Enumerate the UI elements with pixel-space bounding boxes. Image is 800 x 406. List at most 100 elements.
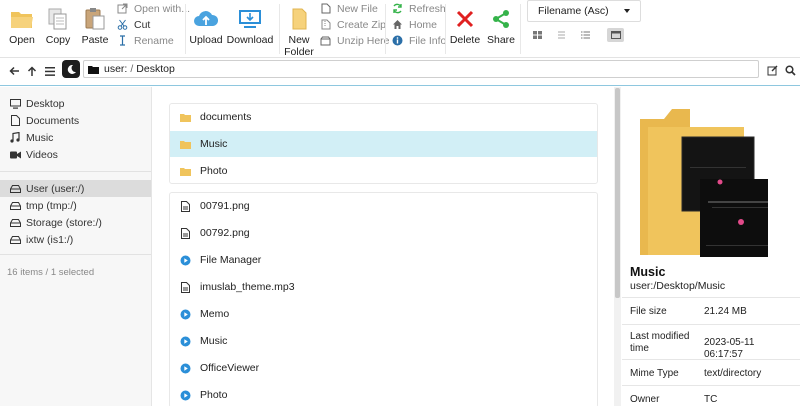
info-icon xyxy=(390,35,405,46)
list-item[interactable]: 00792.png xyxy=(170,220,597,246)
sort-dropdown[interactable]: Filename (Asc) xyxy=(527,0,641,22)
sidebar-item-drive-user[interactable]: User (user:/) xyxy=(0,180,151,197)
cut-button[interactable]: Cut xyxy=(115,16,150,33)
toolbar-divider xyxy=(185,4,186,54)
details-view-button[interactable] xyxy=(577,28,594,42)
toolbar-divider xyxy=(520,4,521,54)
list-view-icon xyxy=(558,31,565,39)
document-icon xyxy=(9,115,21,126)
copy-label: Copy xyxy=(45,34,71,46)
theme-toggle-button[interactable] xyxy=(62,60,80,78)
folder-list: documents Music Photo xyxy=(169,103,598,184)
list-item-label: 00791.png xyxy=(200,200,250,212)
clipboard-icon xyxy=(84,4,106,34)
file-list-scrollbar[interactable] xyxy=(614,87,621,406)
download-button[interactable]: Download xyxy=(227,4,273,46)
property-value: text/directory xyxy=(704,368,762,379)
new-folder-button[interactable]: New Folder xyxy=(284,4,314,58)
open-with-label: Open with... xyxy=(134,2,191,15)
sidebar-item-videos[interactable]: Videos xyxy=(0,146,151,163)
list-item[interactable]: Music xyxy=(170,131,597,157)
archive-box-icon xyxy=(318,36,333,46)
create-zip-label: Create Zip xyxy=(337,18,387,31)
copy-button[interactable]: Copy xyxy=(44,4,72,46)
list-item-label: 00792.png xyxy=(200,227,250,239)
sidebar-item-drive-ixtw[interactable]: ixtw (is1:/) xyxy=(0,231,151,248)
shortcut-play-icon xyxy=(179,255,192,266)
home-label: Home xyxy=(409,18,438,31)
sidebar-item-music[interactable]: Music xyxy=(0,129,151,146)
upload-button[interactable]: Upload xyxy=(189,4,223,46)
list-item-label: Memo xyxy=(200,308,230,320)
open-with-button[interactable]: Open with... xyxy=(115,0,190,17)
list-item[interactable]: 00791.png xyxy=(170,193,597,219)
create-zip-button[interactable]: Create Zip xyxy=(318,16,386,33)
list-item[interactable]: Photo xyxy=(170,382,597,406)
home-icon xyxy=(390,19,405,30)
menu-button[interactable] xyxy=(43,64,57,78)
delete-x-icon xyxy=(456,4,474,34)
search-icon xyxy=(784,64,796,76)
folder-open-icon xyxy=(10,4,34,34)
refresh-button[interactable]: Refresh xyxy=(390,0,446,17)
preview-divider xyxy=(622,385,800,386)
list-item[interactable]: documents xyxy=(170,104,597,130)
list-item-label: Photo xyxy=(200,165,228,177)
preview-path: user:/Desktop/Music xyxy=(630,280,726,292)
toolbar-divider xyxy=(445,4,446,54)
moon-icon xyxy=(67,64,76,74)
details-view-icon xyxy=(581,31,590,39)
scrollbar-thumb[interactable] xyxy=(615,88,620,298)
list-item[interactable]: Music xyxy=(170,328,597,354)
arrow-left-icon xyxy=(8,66,19,76)
sidebar-item-desktop[interactable]: Desktop xyxy=(0,95,151,112)
sidebar-item-label: User (user:/) xyxy=(26,182,85,195)
share-icon xyxy=(491,4,511,34)
path-input[interactable]: user: / Desktop xyxy=(83,60,759,78)
home-button[interactable]: Home xyxy=(390,16,437,33)
property-key: File size xyxy=(630,306,667,317)
delete-button[interactable]: Delete xyxy=(449,4,481,46)
up-button[interactable] xyxy=(25,64,39,78)
caret-down-icon xyxy=(624,9,630,13)
unzip-here-label: Unzip Here xyxy=(337,34,390,47)
folder-icon xyxy=(179,140,192,149)
toolbar-divider xyxy=(385,4,386,54)
list-item-label: OfficeViewer xyxy=(200,362,260,374)
folder-icon xyxy=(179,113,192,122)
back-button[interactable] xyxy=(7,64,21,78)
sidebar-item-drive-tmp[interactable]: tmp (tmp:/) xyxy=(0,197,151,214)
zip-file-icon xyxy=(318,19,333,30)
unzip-here-button[interactable]: Unzip Here xyxy=(318,32,390,49)
shortcut-play-icon xyxy=(179,336,192,347)
sidebar-item-documents[interactable]: Documents xyxy=(0,112,151,129)
list-view-button[interactable] xyxy=(553,28,570,42)
sidebar: Desktop Documents Music Videos User (use… xyxy=(0,87,152,406)
toolbar-divider xyxy=(279,4,280,54)
list-item[interactable]: Photo xyxy=(170,158,597,184)
new-file-icon xyxy=(318,3,333,14)
share-button[interactable]: Share xyxy=(486,4,516,46)
list-item[interactable]: File Manager xyxy=(170,247,597,273)
grid-view-button[interactable] xyxy=(529,28,546,42)
rename-button[interactable]: Rename xyxy=(115,32,174,49)
file-info-button[interactable]: File Info xyxy=(390,32,446,49)
drive-icon xyxy=(9,201,21,210)
upload-label: Upload xyxy=(189,34,223,46)
preview-divider xyxy=(622,297,800,298)
preview-pane-button[interactable] xyxy=(607,28,624,42)
copy-icon xyxy=(47,4,69,34)
file-icon xyxy=(179,227,192,239)
list-item[interactable]: imuslab_theme.mp3 xyxy=(170,274,597,300)
list-item[interactable]: Memo xyxy=(170,301,597,327)
property-value: TC xyxy=(704,394,718,405)
new-file-button[interactable]: New File xyxy=(318,0,378,17)
sidebar-item-drive-storage[interactable]: Storage (store:/) xyxy=(0,214,151,231)
property-key: Owner xyxy=(630,394,660,405)
search-button[interactable] xyxy=(783,63,797,77)
list-item[interactable]: OfficeViewer xyxy=(170,355,597,381)
edit-path-button[interactable] xyxy=(765,63,779,77)
open-button[interactable]: Open xyxy=(8,4,36,46)
refresh-icon xyxy=(390,3,405,14)
paste-button[interactable]: Paste xyxy=(80,4,110,46)
